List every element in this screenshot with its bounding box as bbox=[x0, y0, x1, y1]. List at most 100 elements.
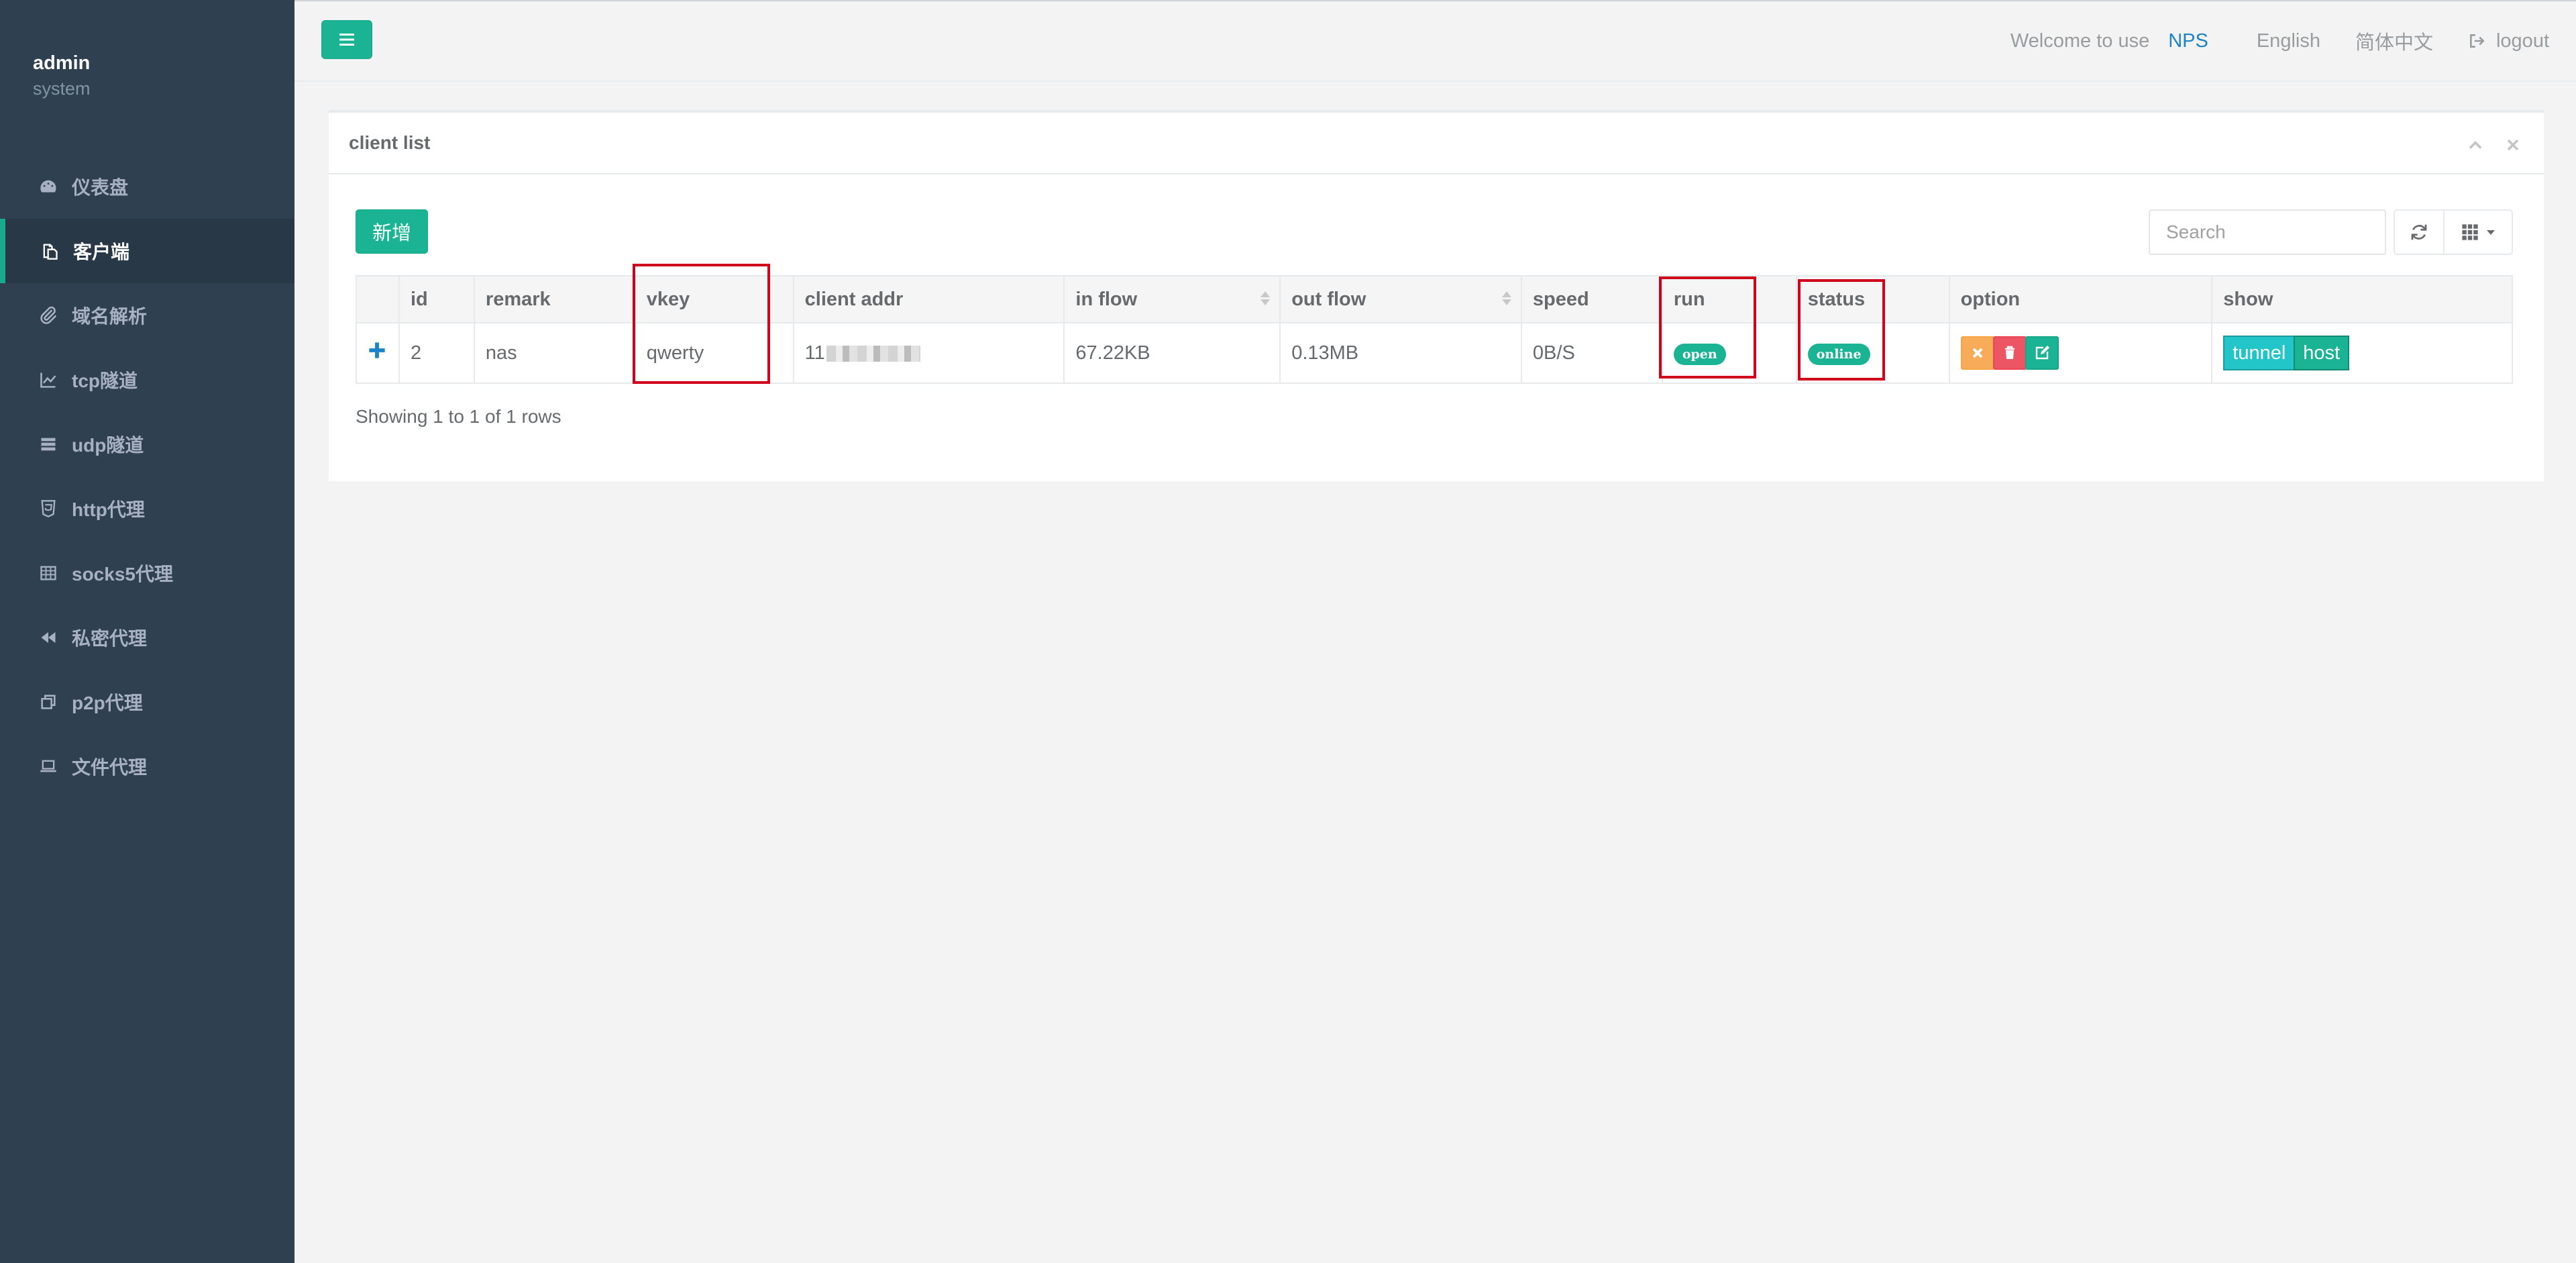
panel-header: client list bbox=[329, 113, 2544, 174]
column-header-label: out flow bbox=[1291, 288, 1366, 310]
sidebar-item-udp[interactable]: udp隧道 bbox=[0, 412, 294, 476]
edit-button[interactable] bbox=[2025, 336, 2059, 370]
toggle-sidebar-button[interactable] bbox=[321, 20, 372, 59]
column-header-run: run bbox=[1661, 275, 1797, 323]
status-badge: online bbox=[1807, 343, 1870, 365]
brand-name: NPS bbox=[2168, 30, 2208, 52]
client-addr-prefix: 11 bbox=[804, 342, 825, 364]
table-row: 2 nas qwerty 11 67.22KB 0.13MB 0B/S open… bbox=[356, 322, 2513, 384]
expand-column-header bbox=[356, 275, 400, 323]
sidebar-item-p2p[interactable]: p2p代理 bbox=[0, 670, 294, 734]
tunnel-button[interactable]: tunnel bbox=[2223, 336, 2296, 370]
laptop-icon bbox=[38, 756, 58, 776]
search-input[interactable] bbox=[2149, 209, 2386, 255]
sidebar-item-label: p2p代理 bbox=[72, 693, 143, 713]
chevron-up-icon[interactable] bbox=[2466, 136, 2485, 154]
grid-icon bbox=[2462, 224, 2478, 240]
sidebar-item-clients[interactable]: 客户端 bbox=[0, 219, 294, 283]
sidebar-item-http[interactable]: http代理 bbox=[0, 476, 294, 541]
user-role: system bbox=[33, 79, 91, 99]
sort-icon bbox=[1501, 291, 1511, 305]
dashboard-icon bbox=[38, 176, 58, 197]
panel-title: client list bbox=[349, 132, 431, 153]
sidebar-item-socks5[interactable]: socks5代理 bbox=[0, 541, 294, 605]
column-header-vkey: vkey bbox=[634, 275, 794, 323]
table-header-row: id remark vkey client addr in flow out f… bbox=[356, 275, 2513, 323]
stop-button[interactable] bbox=[1960, 336, 1994, 370]
column-header-in-flow[interactable]: in flow bbox=[1063, 275, 1281, 323]
sidebar-item-label: 域名解析 bbox=[72, 306, 148, 327]
line-chart-icon bbox=[38, 370, 58, 390]
refresh-icon bbox=[2411, 224, 2427, 240]
times-icon bbox=[1972, 348, 1982, 358]
blurred-address bbox=[826, 345, 920, 362]
sidebar-item-label: 文件代理 bbox=[72, 757, 148, 778]
expand-row-cell[interactable] bbox=[356, 322, 400, 384]
top-navbar: Welcome to use NPS English 简体中文 logout bbox=[294, 0, 2576, 82]
cell-remark: nas bbox=[473, 322, 636, 384]
clone-icon bbox=[38, 692, 58, 712]
sidebar-item-label: 私密代理 bbox=[72, 628, 148, 649]
backward-icon bbox=[38, 627, 58, 648]
sidebar-item-tcp[interactable]: tcp隧道 bbox=[0, 348, 294, 412]
column-header-out-flow[interactable]: out flow bbox=[1279, 275, 1522, 323]
column-header-client-addr: client addr bbox=[792, 275, 1065, 323]
cell-status: online bbox=[1795, 322, 1950, 384]
clients-icon bbox=[40, 241, 60, 261]
delete-button[interactable] bbox=[1992, 336, 2027, 370]
client-table: id remark vkey client addr in flow out f… bbox=[356, 275, 2513, 384]
paperclip-icon bbox=[38, 305, 58, 325]
server-icon bbox=[38, 434, 58, 454]
lang-chinese-link[interactable]: 简体中文 bbox=[2355, 27, 2433, 55]
cell-vkey: qwerty bbox=[634, 322, 794, 384]
logout-link[interactable]: logout bbox=[2468, 30, 2549, 52]
close-icon[interactable] bbox=[2504, 136, 2522, 154]
client-list-panel: client list 新增 id bbox=[329, 110, 2544, 481]
sidebar-nav: 仪表盘 客户端 域名解析 tcp隧道 udp隧道 http代理 socks5代理… bbox=[0, 154, 294, 799]
add-client-button[interactable]: 新增 bbox=[356, 209, 428, 254]
sidebar-item-dashboard[interactable]: 仪表盘 bbox=[0, 154, 294, 219]
sidebar: admin system 仪表盘 客户端 域名解析 tcp隧道 udp隧道 ht… bbox=[0, 0, 294, 1263]
edit-icon bbox=[2035, 346, 2049, 360]
html5-icon bbox=[38, 499, 58, 519]
sidebar-item-domain[interactable]: 域名解析 bbox=[0, 283, 294, 348]
user-profile: admin system bbox=[0, 0, 294, 154]
cell-in-flow: 67.22KB bbox=[1063, 322, 1281, 384]
logout-label: logout bbox=[2496, 30, 2549, 52]
welcome-text: Welcome to use bbox=[2010, 30, 2150, 52]
table-icon bbox=[38, 563, 58, 583]
refresh-button[interactable] bbox=[2394, 209, 2445, 255]
sidebar-item-label: tcp隧道 bbox=[72, 370, 138, 391]
column-header-id: id bbox=[398, 275, 475, 323]
cell-out-flow: 0.13MB bbox=[1279, 322, 1522, 384]
sign-out-icon bbox=[2470, 34, 2485, 48]
run-badge: open bbox=[1673, 343, 1726, 365]
sidebar-item-label: 仪表盘 bbox=[72, 177, 129, 198]
cell-id: 2 bbox=[398, 322, 475, 384]
pagination-info: Showing 1 to 1 of 1 rows bbox=[356, 406, 561, 427]
cell-option bbox=[1948, 322, 2213, 384]
bars-icon bbox=[339, 34, 354, 46]
cell-show: tunnel host bbox=[2211, 322, 2513, 384]
caret-down-icon bbox=[2487, 230, 2495, 235]
sidebar-item-secret[interactable]: 私密代理 bbox=[0, 605, 294, 670]
columns-toggle-button[interactable] bbox=[2443, 209, 2513, 255]
column-header-option: option bbox=[1948, 275, 2213, 323]
sidebar-item-label: udp隧道 bbox=[72, 435, 144, 456]
table-toolbar: 新增 bbox=[329, 174, 2544, 275]
column-header-speed: speed bbox=[1520, 275, 1663, 323]
column-header-show: show bbox=[2211, 275, 2513, 323]
sidebar-item-label: socks5代理 bbox=[72, 564, 173, 585]
cell-client-addr: 11 bbox=[792, 322, 1065, 384]
cell-run: open bbox=[1661, 322, 1797, 384]
column-header-label: in flow bbox=[1075, 288, 1138, 310]
cell-speed: 0B/S bbox=[1520, 322, 1663, 384]
user-name[interactable]: admin bbox=[33, 51, 294, 75]
sidebar-item-label: 客户端 bbox=[73, 242, 130, 262]
trash-icon bbox=[2004, 346, 2015, 359]
sidebar-item-file[interactable]: 文件代理 bbox=[0, 734, 294, 799]
column-header-status: status bbox=[1795, 275, 1950, 323]
lang-english-link[interactable]: English bbox=[2257, 30, 2320, 52]
plus-icon[interactable] bbox=[368, 341, 386, 360]
host-button[interactable]: host bbox=[2294, 336, 2350, 370]
